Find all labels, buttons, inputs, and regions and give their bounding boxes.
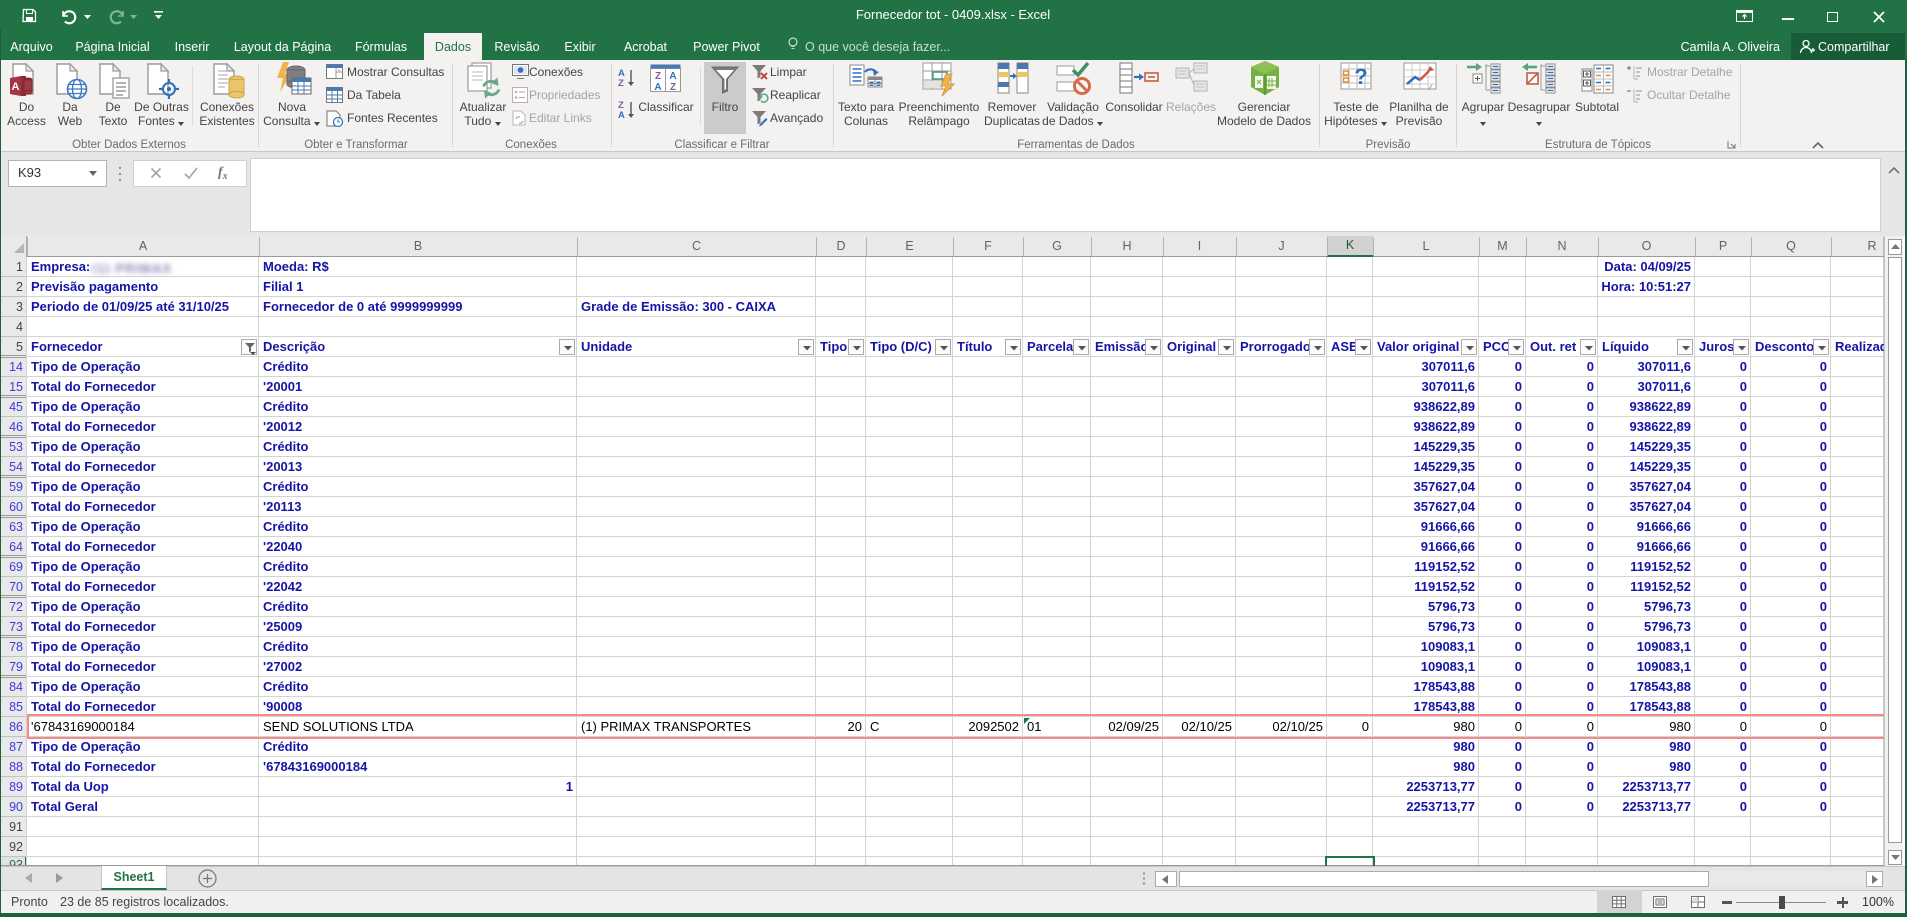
svg-text:Z: Z — [670, 82, 676, 93]
svg-text:A: A — [654, 82, 661, 93]
svg-text:Z: Z — [618, 78, 624, 89]
svg-text:A: A — [12, 81, 20, 93]
svg-text:A: A — [669, 71, 676, 82]
svg-text:?: ? — [1354, 64, 1367, 89]
svg-text:Z: Z — [655, 71, 661, 82]
